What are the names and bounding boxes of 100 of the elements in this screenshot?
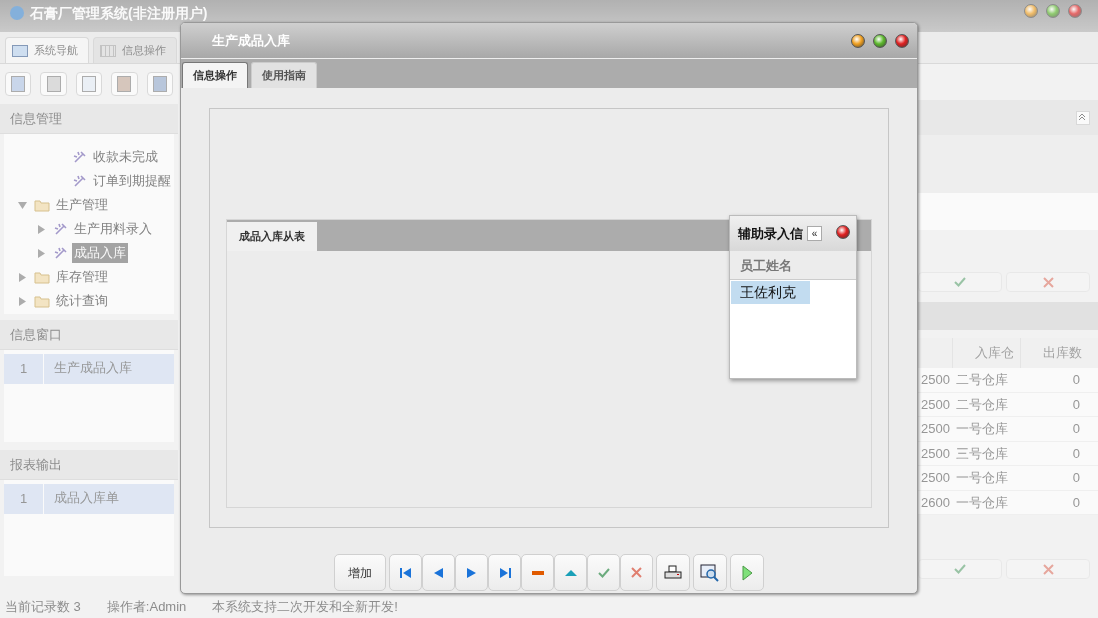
row-number: 1 (4, 354, 44, 384)
play-icon (741, 564, 753, 581)
confirm-button[interactable] (587, 554, 620, 591)
previous-icon (434, 567, 443, 578)
close-icon (1042, 563, 1054, 575)
prev-button[interactable] (422, 554, 455, 591)
table-cell-text: 0 (1071, 371, 1081, 389)
up-icon (564, 569, 577, 576)
tab-icon (100, 44, 116, 57)
table-cell-text: 0 (1071, 469, 1081, 487)
tree-item[interactable]: 订单到期提醒 (91, 171, 173, 191)
table-cell-text: 0 (1071, 444, 1081, 463)
panel-title: 信息管理 (10, 109, 62, 128)
collapse-button[interactable]: « (807, 226, 822, 241)
last-button[interactable] (488, 554, 521, 591)
dialog-tab[interactable]: 使用指南 (251, 62, 317, 88)
checkmark-icon (597, 567, 610, 578)
magnifier-icon (700, 563, 720, 582)
next-button[interactable] (455, 554, 488, 591)
minimize-button[interactable] (851, 33, 865, 48)
status-text: 操作者:Admin (106, 598, 187, 617)
toolbar-button[interactable] (111, 72, 138, 96)
table-cell-text: 2500 (920, 444, 951, 463)
toolbar-button[interactable] (75, 72, 103, 96)
popup-title: 辅助录入信 (738, 224, 803, 243)
run-button[interactable] (730, 554, 764, 591)
tree-item[interactable]: 收款未完成 (91, 147, 160, 167)
list-row[interactable]: 1 生产成品入库 (4, 354, 174, 384)
row-number: 1 (4, 484, 44, 514)
table-cell-text: 2500 (920, 420, 951, 438)
table-cell-text: 二号仓库 (955, 395, 1009, 414)
table-cell-text: 三号仓库 (955, 444, 1009, 463)
toolbar-button[interactable] (5, 72, 32, 96)
tree-item[interactable]: 生产管理 (54, 195, 110, 215)
document-icon (82, 76, 96, 92)
table-cell-text: 2500 (920, 395, 951, 414)
wand-icon (53, 245, 68, 261)
last-record-icon (498, 567, 511, 578)
column-header: 员工姓名 (730, 251, 856, 280)
panel-title: 报表输出 (10, 455, 62, 474)
app-title: 石膏厂管理系统(非注册用户) (30, 4, 208, 22)
nav-tab[interactable]: 信息操作 (93, 37, 177, 63)
close-icon (631, 567, 642, 578)
tree-item[interactable]: 统计查询 (54, 291, 110, 311)
tree-item[interactable]: 库存管理 (54, 267, 110, 287)
minimize-button[interactable] (1024, 4, 1038, 18)
table-cell-text: 0 (1071, 420, 1081, 438)
toolbar-button[interactable] (40, 72, 67, 96)
document-icon (152, 76, 167, 92)
expand-arrow-icon[interactable] (18, 200, 30, 210)
checkmark-icon (954, 564, 966, 574)
column-header: 出库数 (1020, 338, 1088, 368)
first-record-icon (399, 567, 412, 578)
folder-icon (34, 198, 50, 212)
close-icon (1042, 276, 1054, 288)
checkmark-icon (954, 277, 966, 287)
folder-icon (34, 270, 50, 284)
app-logo-icon (10, 6, 24, 20)
toolbar-button[interactable] (146, 72, 174, 96)
close-button[interactable] (895, 33, 909, 48)
status-text: 本系统支持二次开发和全新开发! (212, 598, 398, 617)
table-cell-text: 2500 (920, 469, 951, 487)
table-cell-text: 二号仓库 (955, 371, 1009, 389)
wand-icon (72, 149, 87, 165)
column-header: 入库仓 (952, 338, 1020, 368)
document-icon (11, 76, 26, 92)
nav-tab[interactable]: 系统导航 (5, 37, 89, 63)
table-cell-text: 0 (1071, 493, 1081, 512)
wand-icon (53, 221, 68, 237)
row-label: 生产成品入库 (53, 359, 132, 377)
wand-icon (72, 173, 87, 189)
maximize-button[interactable] (1046, 4, 1060, 18)
tree-item[interactable]: 成品入库 (72, 243, 128, 263)
tree-item[interactable]: 生产用料录入 (72, 219, 154, 239)
preview-button[interactable] (693, 554, 727, 591)
dialog-tab[interactable]: 信息操作 (182, 62, 248, 88)
table-cell-text: 2500 (920, 371, 951, 389)
cancel-button[interactable] (620, 554, 653, 591)
dialog-title: 生产成品入库 (212, 31, 290, 50)
next-icon (467, 567, 476, 578)
maximize-button[interactable] (873, 33, 887, 48)
print-button[interactable] (656, 554, 690, 591)
row-label: 成品入库单 (53, 489, 119, 507)
folder-icon (34, 294, 50, 308)
document-icon (46, 76, 61, 92)
table-cell-text: 0 (1071, 395, 1081, 414)
detail-tab[interactable]: 成品入库从表 (227, 222, 317, 251)
first-button[interactable] (389, 554, 422, 591)
collapse-up-icon[interactable] (1076, 110, 1090, 125)
list-row[interactable]: 王佐利克 (731, 281, 810, 304)
delete-button[interactable] (521, 554, 554, 591)
tab-icon (12, 44, 28, 57)
document-icon (117, 76, 132, 92)
up-button[interactable] (554, 554, 587, 591)
close-button[interactable] (836, 224, 850, 239)
minus-icon (531, 570, 544, 575)
panel-title: 信息窗口 (10, 325, 62, 344)
table-cell-text: 2600 (920, 493, 951, 512)
add-button[interactable]: 增加 (334, 554, 386, 591)
list-row[interactable]: 1 成品入库单 (4, 484, 174, 514)
